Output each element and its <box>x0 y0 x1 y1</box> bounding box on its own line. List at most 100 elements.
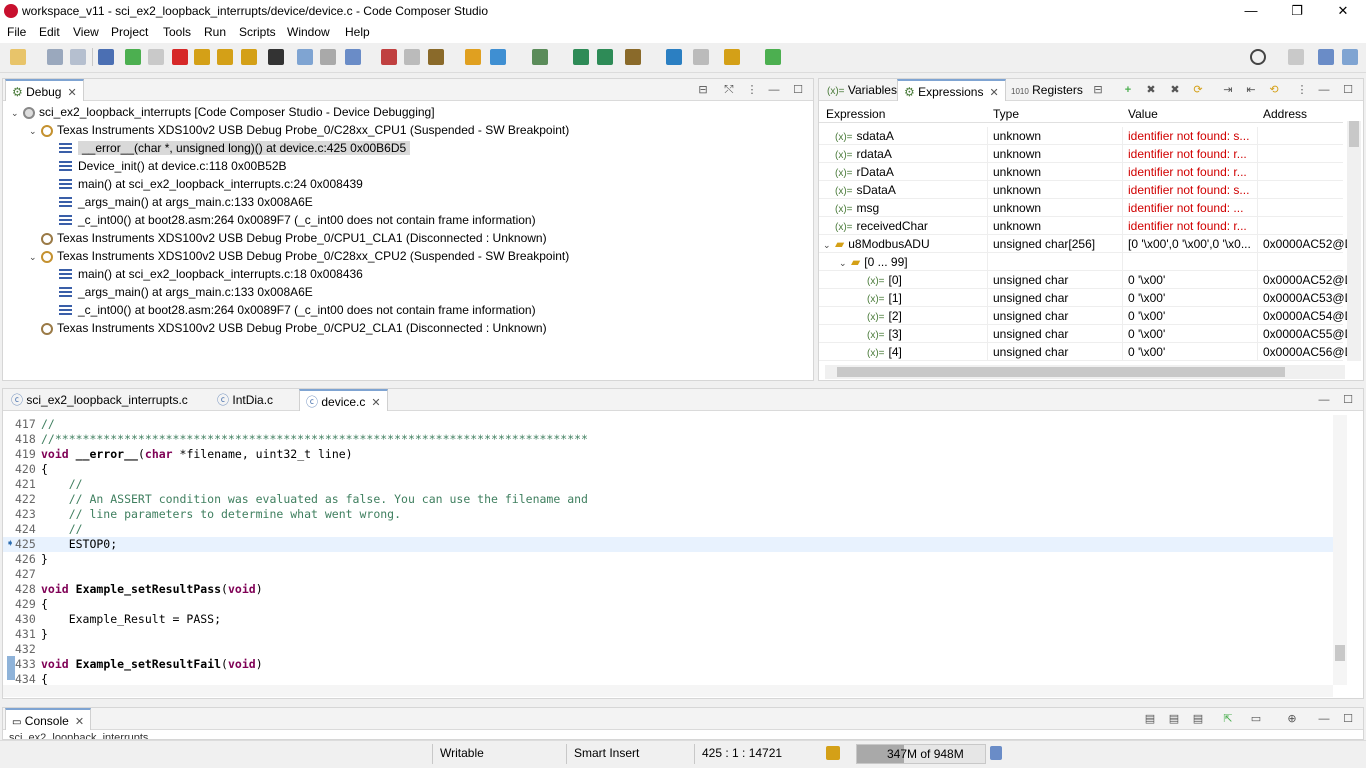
step-into-icon[interactable] <box>194 49 210 65</box>
run-config-icon[interactable] <box>490 49 506 65</box>
scroll-lock-icon[interactable]: ▤ <box>1167 713 1181 725</box>
code-line[interactable]: { <box>41 462 48 477</box>
search-icon[interactable] <box>1250 49 1266 65</box>
build-icon[interactable] <box>428 49 444 65</box>
menu-window[interactable]: Window <box>287 25 330 39</box>
step-over-icon[interactable] <box>217 49 233 65</box>
close-button[interactable]: ✕ <box>1320 0 1366 23</box>
code-line[interactable]: } <box>41 627 48 642</box>
disconnect-icon[interactable] <box>320 49 336 65</box>
step-asm-icon[interactable] <box>573 49 589 65</box>
debug-tree-item[interactable]: __error__(char *, unsigned long)() at de… <box>47 139 411 157</box>
remove-icon[interactable]: ✖ <box>1144 84 1158 96</box>
code-line[interactable]: void __error__(char *filename, uint32_t … <box>41 447 353 462</box>
expression-row[interactable]: (x)= [4] unsigned char 0 '\x00' 0x0000AC56@D <box>819 343 1353 361</box>
menu-tools[interactable]: Tools <box>163 25 191 39</box>
col-expression[interactable]: Expression <box>826 107 885 121</box>
expression-row[interactable]: (x)= sdataA unknown identifier not found: s… <box>819 127 1343 145</box>
word-wrap-icon[interactable]: ▤ <box>1191 713 1205 725</box>
export-icon[interactable] <box>765 49 781 65</box>
debug-icon[interactable] <box>98 49 114 65</box>
minimize-view-icon[interactable]: — <box>767 84 781 96</box>
chevron-down-icon[interactable]: ⌄ <box>839 254 851 271</box>
save-all-icon[interactable] <box>70 49 86 65</box>
code-line[interactable]: { <box>41 597 48 612</box>
chevron-down-icon[interactable]: ⌄ <box>823 236 835 253</box>
expression-row[interactable]: (x)= [1] unsigned char 0 '\x00' 0x0000AC53@D <box>819 289 1353 307</box>
step-over-asm-icon[interactable] <box>597 49 613 65</box>
debug-perspective-icon[interactable] <box>1342 49 1358 65</box>
debug-tree-item[interactable]: main() at sci_ex2_loopback_interrupts.c:… <box>47 265 363 283</box>
pin-icon[interactable] <box>724 49 740 65</box>
expression-row[interactable]: (x)= [2] unsigned char 0 '\x00' 0x0000AC54@D <box>819 307 1353 325</box>
minimize-view-icon[interactable]: — <box>1317 713 1331 725</box>
tab-device-c[interactable]: ⓒ device.c ✕ <box>299 389 388 411</box>
close-icon[interactable]: ✕ <box>67 87 76 99</box>
terminate-icon[interactable] <box>172 49 188 65</box>
code-line[interactable]: // <box>41 522 83 537</box>
expression-row[interactable]: (x)= rDataA unknown identifier not found: r… <box>819 163 1343 181</box>
load-program-icon[interactable] <box>345 49 361 65</box>
clear-console-icon[interactable]: ▤ <box>1143 713 1157 725</box>
expression-row[interactable]: ⌄ ▰ u8ModbusADU unsigned char[256] [0 '\x00'… <box>819 235 1353 253</box>
heap-status[interactable]: 347M of 948M <box>856 744 986 764</box>
close-icon[interactable]: ✕ <box>75 716 84 728</box>
resume-icon[interactable] <box>125 49 141 65</box>
debug-tree-item[interactable]: ⌄ sci_ex2_loopback_interrupts [Code Compo… <box>11 103 435 121</box>
export-icon[interactable]: ⇤ <box>1244 84 1258 96</box>
remove-breakpoints-icon[interactable] <box>404 49 420 65</box>
code-line[interactable]: void Example_setResultFail(void) <box>41 657 263 672</box>
expression-row[interactable]: (x)= receivedChar unknown identifier not fo… <box>819 217 1343 235</box>
clock-icon[interactable] <box>532 49 548 65</box>
tab-sci-ex2[interactable]: ⓒ sci_ex2_loopback_interrupts.c <box>5 389 194 411</box>
view-menu-icon[interactable]: ⋮ <box>745 84 759 96</box>
trash-icon[interactable] <box>990 746 1002 760</box>
minimize-view-icon[interactable]: — <box>1317 394 1331 406</box>
maximize-view-icon[interactable]: ☐ <box>1341 84 1355 96</box>
progress-icon[interactable] <box>826 746 840 760</box>
refresh-icon[interactable] <box>465 49 481 65</box>
expression-row[interactable]: (x)= [3] unsigned char 0 '\x00' 0x0000AC55@D <box>819 325 1353 343</box>
continuous-refresh-icon[interactable]: ⟲ <box>1267 84 1281 96</box>
debug-tree-item[interactable]: _c_int00() at boot28.asm:264 0x0089F7 (_… <box>47 301 536 319</box>
col-address[interactable]: Address <box>1263 107 1307 121</box>
expression-row[interactable]: (x)= sDataA unknown identifier not found: s… <box>819 181 1343 199</box>
expression-row[interactable]: (x)= msg unknown identifier not found: ... <box>819 199 1343 217</box>
minimize-view-icon[interactable]: — <box>1317 84 1331 96</box>
debug-tree-item[interactable]: ⌄ Texas Instruments XDS100v2 USB Debug Pr… <box>29 247 569 265</box>
tab-debug[interactable]: ⚙ Debug ✕ <box>5 79 84 101</box>
debug-tree-item[interactable]: main() at sci_ex2_loopback_interrupts.c:… <box>47 175 363 193</box>
close-icon[interactable]: ✕ <box>371 397 380 409</box>
code-line[interactable]: // <box>41 417 55 432</box>
debug-tree-item[interactable]: Texas Instruments XDS100v2 USB Debug Pro… <box>29 229 547 247</box>
open-resource-icon[interactable] <box>693 49 709 65</box>
code-line[interactable]: Example_Result = PASS; <box>41 612 221 627</box>
code-line[interactable]: //**************************************… <box>41 432 588 447</box>
menu-view[interactable]: View <box>73 25 99 39</box>
close-icon[interactable]: ✕ <box>989 87 998 99</box>
maximize-button[interactable]: ❐ <box>1274 0 1320 23</box>
expr-vscrollbar[interactable] <box>1347 121 1361 361</box>
menu-run[interactable]: Run <box>204 25 226 39</box>
suspend-icon[interactable] <box>148 49 164 65</box>
minimize-tab-icon[interactable]: ⊟ <box>1091 84 1105 96</box>
col-type[interactable]: Type <box>993 107 1019 121</box>
pin-console-icon[interactable]: ⇱ <box>1221 713 1235 725</box>
view-menu-icon[interactable]: ⋮ <box>1295 84 1309 96</box>
debug-tree-item[interactable]: _args_main() at args_main.c:133 0x008A6E <box>47 193 313 211</box>
code-line[interactable]: // An ASSERT condition was evaluated as … <box>41 492 588 507</box>
connect-icon[interactable] <box>297 49 313 65</box>
col-value[interactable]: Value <box>1128 107 1158 121</box>
chevron-down-icon[interactable]: ⌄ <box>29 248 41 266</box>
menu-help[interactable]: Help <box>345 25 370 39</box>
tab-intdia[interactable]: ⓒ IntDia.c <box>211 389 279 411</box>
tab-expressions[interactable]: ⚙ Expressions ✕ <box>897 79 1006 101</box>
collapse-all-icon[interactable]: ⊟ <box>696 84 710 96</box>
maximize-view-icon[interactable]: ☐ <box>791 84 805 96</box>
open-perspective-icon[interactable] <box>1288 49 1304 65</box>
remove-all-icon[interactable]: ✖ <box>1168 84 1182 96</box>
code-line[interactable]: // line parameters to determine what wen… <box>41 507 401 522</box>
debug-tree-item[interactable]: Texas Instruments XDS100v2 USB Debug Pro… <box>29 319 547 337</box>
refresh-icon[interactable]: ⟳ <box>1191 84 1205 96</box>
hammer-icon[interactable] <box>625 49 641 65</box>
